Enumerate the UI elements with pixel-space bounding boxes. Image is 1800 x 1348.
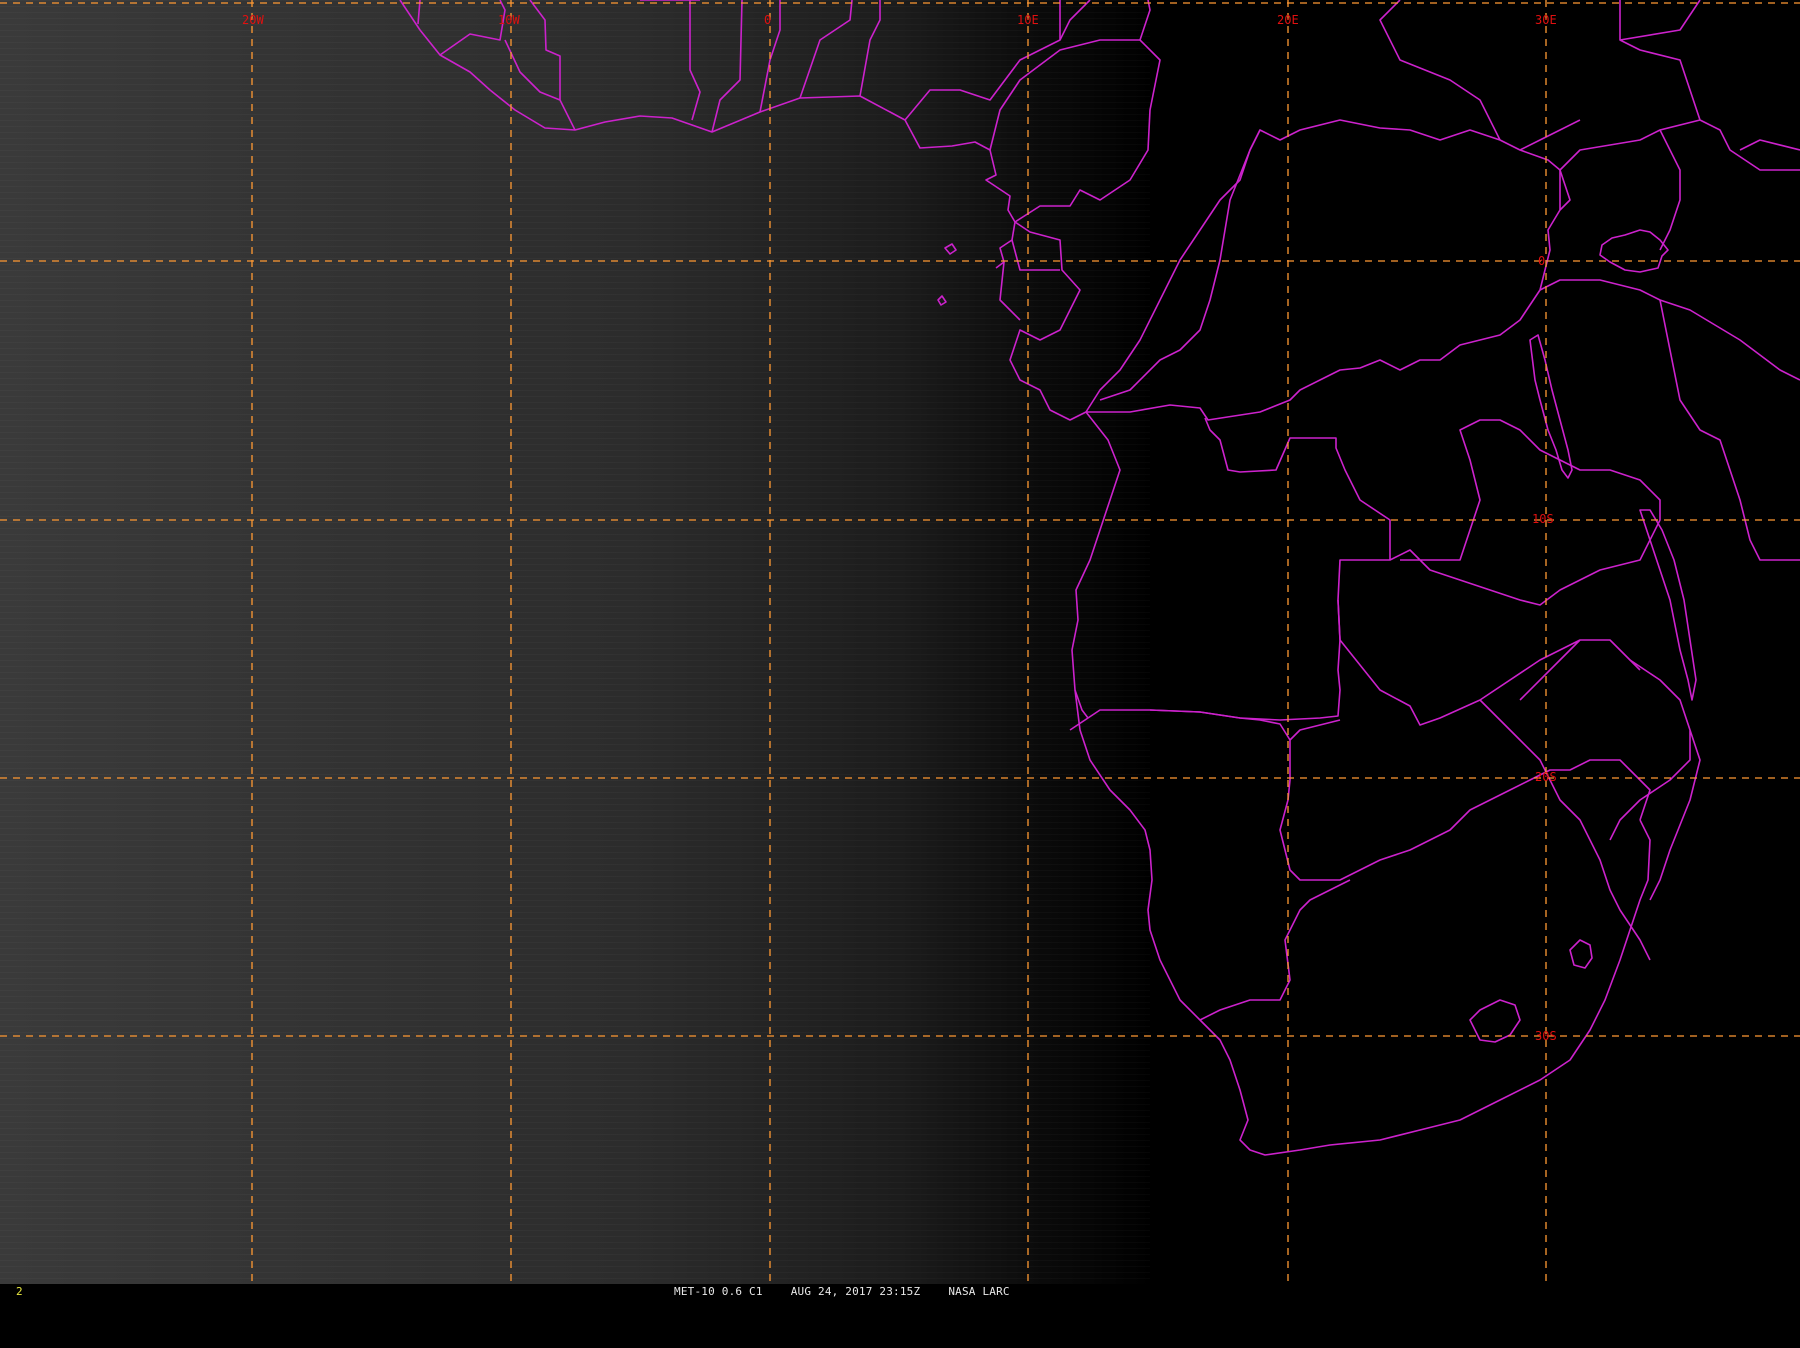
satellite-image: 20W 10W 0 10E 20E 30E 0 10S 20S 30S — [0, 0, 1800, 1284]
lon-label-10e: 10E — [1017, 13, 1039, 27]
lat-label-10s: 10S — [1532, 512, 1554, 526]
source-label: NASA LARC — [948, 1285, 1010, 1298]
lat-label-0: 0 — [1538, 254, 1545, 268]
frame-number: 2 — [16, 1285, 23, 1298]
lon-label-10w: 10W — [498, 13, 520, 27]
satellite-band-label: MET-10 0.6 C1 — [674, 1285, 763, 1298]
datetime-label: AUG 24, 2017 23:15Z — [790, 1285, 921, 1298]
map-canvas: 20W 10W 0 10E 20E 30E 0 10S 20S 30S — [0, 0, 1800, 1284]
lat-label-20s: 20S — [1535, 770, 1557, 784]
lon-label-20w: 20W — [242, 13, 264, 27]
scanline-texture — [0, 0, 1150, 1284]
lon-label-20e: 20E — [1277, 13, 1299, 27]
image-caption: MET-10 0.6 C1 AUG 24, 2017 23:15Z NASA LAR… — [674, 1284, 1038, 1300]
status-bar: 2 MET-10 0.6 C1 AUG 24, 2017 23:15Z NASA L… — [0, 1284, 1800, 1300]
lat-label-30s: 30S — [1535, 1029, 1557, 1043]
satellite-image-viewer: 20W 10W 0 10E 20E 30E 0 10S 20S 30S 2 ME… — [0, 0, 1800, 1300]
lon-label-30e: 30E — [1535, 13, 1557, 27]
lon-label-0: 0 — [764, 13, 771, 27]
